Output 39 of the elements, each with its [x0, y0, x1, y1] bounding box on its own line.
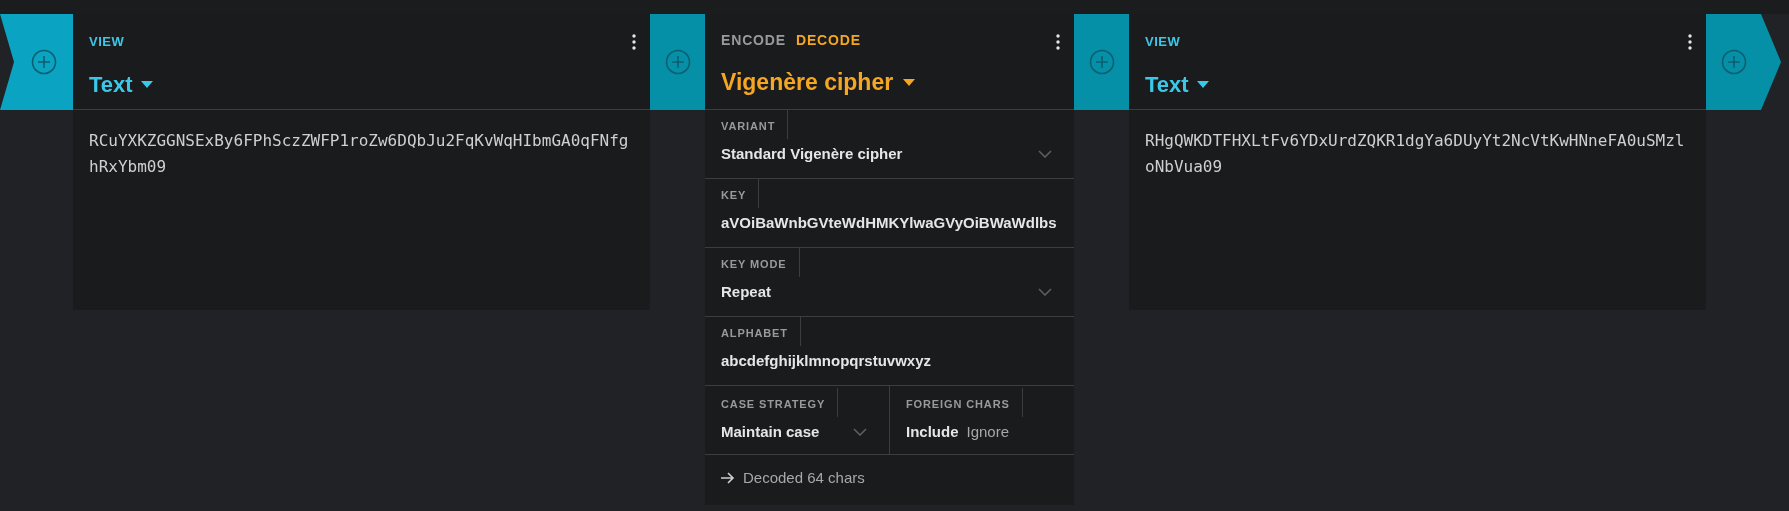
dropdown-caret-icon [1196, 80, 1209, 88]
status-text: Decoded 64 chars [743, 467, 865, 488]
field-label: ALPHABET [721, 317, 801, 346]
chevron-down-icon [1038, 287, 1052, 296]
add-step-button[interactable] [0, 14, 73, 110]
select-field[interactable]: Maintain case [721, 416, 873, 443]
mode-tab[interactable]: DECODE [795, 30, 861, 51]
cipher-dropdown[interactable]: Vigenère cipher [721, 65, 916, 100]
field-label: CASE STRATEGY [721, 388, 839, 417]
add-icon [1088, 49, 1115, 75]
add-step-button[interactable] [1706, 14, 1781, 110]
chevron-down-icon [853, 427, 867, 436]
chevron-down-icon [1038, 149, 1052, 158]
add-icon [1720, 49, 1747, 75]
add-icon [664, 49, 691, 75]
field-label: KEY MODE [721, 248, 800, 277]
mode-label: VIEW [89, 33, 126, 51]
arrow-right-icon [721, 472, 735, 484]
field-label: KEY [721, 179, 760, 208]
output-text: RCuYXKZGGNSExBy6FPhSczZWFP1roZw6DQbJu2FqKvWqHIbmGA0qFNfghRxYbm09 [89, 130, 630, 178]
select-field[interactable]: Repeat [721, 276, 1058, 303]
more-options-icon[interactable] [1688, 34, 1692, 50]
more-options-icon[interactable] [632, 34, 636, 50]
toggle-option[interactable]: Ignore [966, 420, 1010, 443]
dropdown-caret-icon [903, 78, 916, 86]
input-field[interactable]: aVOiBaWnbGVteWdHMKYlwaGVyOiBWaWdlbs [721, 207, 1058, 234]
mode-label: VIEW [1145, 33, 1182, 51]
format-dropdown[interactable]: Text [1145, 67, 1209, 101]
select-field[interactable]: Standard Vigenère cipher [721, 138, 1058, 165]
output-text: RHgQWKDTFHXLtFv6YDxUrdZQKR1dgYa6DUyYt2NcVtKwHNneFA0uSMzloNbVua09 [1145, 130, 1686, 178]
format-dropdown[interactable]: Text [89, 67, 153, 101]
add-icon [30, 49, 57, 75]
more-options-icon[interactable] [1056, 34, 1060, 50]
dropdown-caret-icon [140, 80, 153, 88]
toggle-option[interactable]: Include [906, 420, 959, 443]
input-field[interactable]: abcdefghijklmnopqrstuvwxyz [721, 345, 1058, 372]
field-label: FOREIGN CHARS [906, 388, 1023, 417]
mode-tab[interactable]: ENCODE [721, 30, 786, 51]
field-label: VARIANT [721, 110, 789, 139]
